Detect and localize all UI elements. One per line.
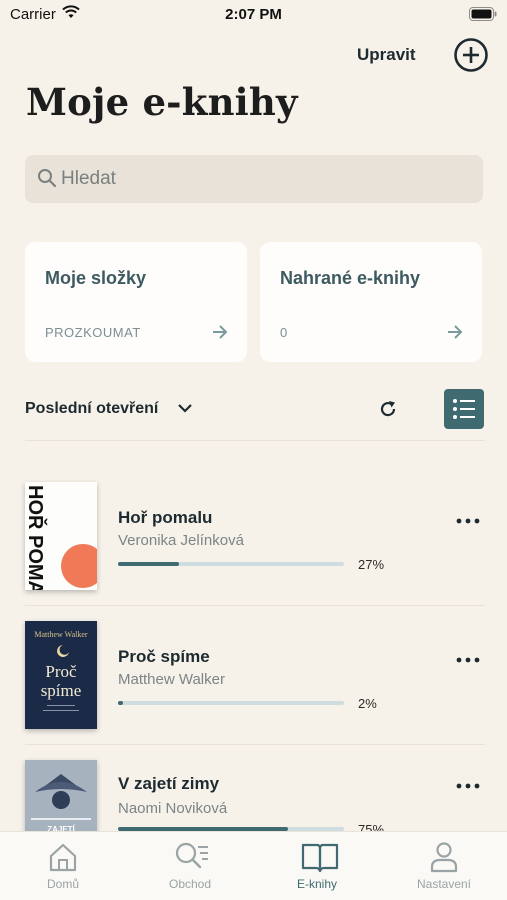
book-cover[interactable]: Matthew Walker Proč spíme xyxy=(25,621,97,729)
book-author: Matthew Walker xyxy=(118,671,225,688)
card-count: 0 xyxy=(280,325,288,340)
tab-label: Domů xyxy=(46,877,79,891)
tab-label: Nastavení xyxy=(416,877,472,891)
add-icon[interactable] xyxy=(453,37,489,73)
book-cover[interactable]: HOŘ POMALU xyxy=(25,482,97,590)
search-input[interactable] xyxy=(61,155,461,203)
tab-store[interactable]: Obchod xyxy=(127,832,253,900)
progress-label: 27% xyxy=(358,557,385,572)
search-icon xyxy=(38,169,57,188)
card-subtitle: PROZKOUMAT xyxy=(45,325,141,340)
more-icon[interactable] xyxy=(456,783,480,789)
edit-button[interactable]: Upravit xyxy=(357,45,416,65)
progress-bar xyxy=(118,562,344,566)
chevron-down-icon[interactable] xyxy=(177,402,193,414)
book-row[interactable]: HOŘ POMALU Hoř pomalu Veronika Jelínková… xyxy=(0,466,507,605)
tab-label: Obchod xyxy=(168,877,212,891)
progress-label: 2% xyxy=(358,696,377,711)
refresh-icon[interactable] xyxy=(378,399,398,419)
uploaded-ebooks-card[interactable]: Nahrané e-knihy 0 xyxy=(260,242,482,362)
tab-label: E-knihy xyxy=(296,877,337,891)
cover-title-line-1: Proč xyxy=(45,662,77,681)
status-bar: Carrier 2:07 PM xyxy=(0,0,507,30)
tab-ebooks[interactable]: E-knihy xyxy=(254,832,380,900)
my-folders-card[interactable]: Moje složky PROZKOUMAT xyxy=(25,242,247,362)
person-icon xyxy=(430,842,458,873)
book-title[interactable]: Proč spíme xyxy=(118,647,210,667)
list-icon xyxy=(453,399,475,419)
arrow-right-icon xyxy=(213,325,228,339)
battery-icon xyxy=(469,7,497,21)
book-author: Veronika Jelínková xyxy=(118,532,244,549)
tab-bar: Domů Obchod E-knihy Nastavení xyxy=(0,831,507,900)
book-title[interactable]: Hoř pomalu xyxy=(118,508,212,528)
arrow-right-icon xyxy=(448,325,463,339)
tab-home[interactable]: Domů xyxy=(0,832,126,900)
cover-title-line-2: spíme xyxy=(41,681,82,700)
book-row[interactable]: Matthew Walker Proč spíme Proč spíme Mat… xyxy=(0,605,507,744)
progress-fill xyxy=(118,701,123,705)
more-icon[interactable] xyxy=(456,657,480,663)
open-book-icon xyxy=(301,843,339,873)
sort-dropdown[interactable]: Poslední otevření xyxy=(25,400,158,418)
store-search-icon xyxy=(175,842,208,869)
book-author: Naomi Noviková xyxy=(118,800,228,817)
page-title: Moje e-knihy xyxy=(26,80,298,124)
divider xyxy=(25,440,485,441)
card-title: Nahrané e-knihy xyxy=(280,268,421,288)
progress-fill xyxy=(118,562,180,566)
progress-bar xyxy=(118,701,344,705)
book-title[interactable]: V zajetí zimy xyxy=(118,774,219,794)
tab-settings[interactable]: Nastavení xyxy=(381,832,507,900)
clock: 2:07 PM xyxy=(225,6,282,23)
search-bar[interactable] xyxy=(25,155,483,203)
list-view-button[interactable] xyxy=(444,389,484,429)
home-icon xyxy=(49,843,77,872)
card-title: Moje složky xyxy=(45,268,147,288)
cover-title: HOŘ POMALU xyxy=(25,485,48,590)
more-icon[interactable] xyxy=(456,518,480,524)
sort-row: Poslední otevření xyxy=(25,389,485,437)
cover-author: Matthew Walker xyxy=(34,630,88,639)
